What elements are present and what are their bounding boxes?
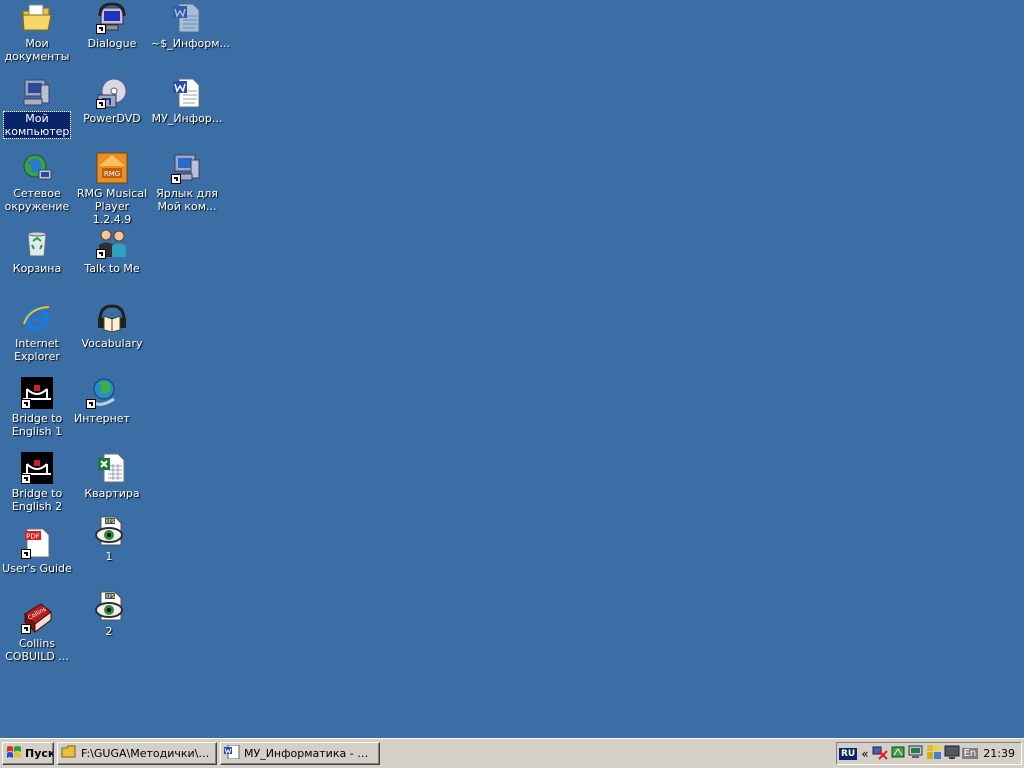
computer-icon — [171, 152, 203, 184]
icon-label: 1 — [105, 550, 113, 563]
clock[interactable]: 21:39 — [983, 747, 1015, 760]
pdf-document-icon: PDF — [21, 527, 53, 559]
icon-label: Vocabulary — [81, 337, 143, 350]
desktop-icon-my-computer-shortcut[interactable]: Ярлык для Мой ком... — [150, 152, 224, 213]
taskbar-button-word[interactable]: МУ_Информатика - Micr... — [220, 742, 380, 765]
word-document-icon — [224, 744, 240, 762]
icon-label: Мои документы — [4, 37, 70, 63]
start-button[interactable]: Пуск — [2, 742, 54, 765]
network-disconnected-icon[interactable] — [872, 744, 888, 763]
svg-text:PDF: PDF — [26, 533, 40, 541]
xps-viewer-icon: XPS — [93, 590, 125, 622]
icon-label: Talk to Me — [84, 262, 140, 275]
headset-monitor-icon — [96, 2, 128, 34]
desktop-icon-collins-cobuild[interactable]: Collins Collins COBUILD ... — [0, 602, 74, 663]
word-document-icon — [171, 77, 203, 109]
desktop[interactable]: Мои документы Мой компьютер Сетевое окру… — [0, 0, 1024, 738]
desktop-icon-rmg-musical-player[interactable]: RMG RMG Musical Player 1.2.4.9 — [75, 152, 149, 226]
globe-connection-icon — [86, 377, 118, 409]
icon-label: PowerDVD — [83, 112, 141, 125]
desktop-icon-info-temp-doc[interactable]: ~$_Информ... — [150, 2, 231, 50]
rmg-player-icon: RMG — [96, 152, 128, 184]
shortcut-arrow-icon — [96, 24, 106, 34]
icon-label: Bridge to English 1 — [11, 412, 63, 438]
taskbar-button-label: МУ_Информатика - Micr... — [244, 747, 376, 760]
icon-label: Ярлык для Мой ком... — [156, 187, 218, 213]
taskbar: Пуск F:\GUGA\Методички\Ин... МУ_Информат… — [0, 738, 1024, 768]
windows-logo-icon — [6, 745, 22, 762]
folder-icon — [61, 745, 77, 762]
icon-label: Collins COBUILD ... — [5, 637, 69, 663]
icon-label: 2 — [105, 625, 113, 638]
icon-label: МУ_Инфор... — [151, 112, 223, 125]
icon-label: User's Guide — [2, 562, 72, 575]
desktop-icon-kvartira[interactable]: Квартира — [75, 452, 149, 500]
icon-label: Internet Explorer — [14, 337, 60, 363]
taskbar-button-label: F:\GUGA\Методички\Ин... — [81, 747, 213, 760]
show-hidden-icons-button[interactable]: « — [861, 747, 868, 761]
shortcut-arrow-icon — [171, 174, 181, 184]
tray-monitor-icon[interactable] — [908, 744, 924, 763]
shortcut-arrow-icon — [96, 99, 106, 109]
svg-text:XPS: XPS — [105, 594, 115, 600]
shortcut-arrow-icon — [86, 399, 96, 409]
icon-label: Корзина — [12, 262, 62, 275]
icon-label: Сетевое окружение — [4, 187, 70, 213]
icon-label: Мой компьютер — [2, 111, 72, 139]
desktop-icon-bridge-to-english-2[interactable]: Bridge to English 2 — [0, 452, 74, 513]
start-label: Пуск — [25, 747, 54, 760]
internet-explorer-icon — [21, 302, 53, 334]
desktop-icon-my-documents[interactable]: Мои документы — [0, 2, 74, 63]
shortcut-arrow-icon — [21, 624, 31, 634]
tray-display-icon[interactable] — [944, 744, 960, 763]
desktop-icon-xps-1[interactable]: XPS 1 — [72, 515, 146, 563]
desktop-icon-internet-explorer[interactable]: Internet Explorer — [0, 302, 74, 363]
bridge-icon — [21, 377, 53, 409]
shortcut-arrow-icon — [21, 549, 31, 559]
desktop-icon-powerdvd[interactable]: PowerDVD — [75, 77, 149, 125]
dvd-disc-icon — [96, 77, 128, 109]
icon-label: Интернет — [74, 412, 130, 425]
svg-text:XPS: XPS — [105, 519, 115, 525]
desktop-icon-talk-to-me[interactable]: Talk to Me — [75, 227, 149, 275]
icon-label: ~$_Информ... — [151, 37, 231, 50]
system-tray: RU « En 21:39 — [836, 742, 1022, 765]
desktop-icon-recycle-bin[interactable]: Корзина — [0, 227, 74, 275]
excel-document-icon — [96, 452, 128, 484]
shortcut-arrow-icon — [21, 474, 31, 484]
desktop-icon-network[interactable]: Сетевое окружение — [0, 152, 74, 213]
tray-windows-icon[interactable] — [926, 744, 942, 763]
tray-app-icon[interactable] — [890, 744, 906, 763]
shortcut-arrow-icon — [21, 399, 31, 409]
desktop-icon-dialogue[interactable]: Dialogue — [75, 2, 149, 50]
headphones-book-icon — [96, 302, 128, 334]
recycle-bin-icon — [21, 227, 53, 259]
svg-text:RMG: RMG — [104, 170, 120, 178]
desktop-icon-vocabulary[interactable]: Vocabulary — [75, 302, 149, 350]
xps-viewer-icon: XPS — [93, 515, 125, 547]
bridge-icon — [21, 452, 53, 484]
desktop-icon-my-computer[interactable]: Мой компьютер — [0, 77, 74, 139]
icon-label: Квартира — [84, 487, 140, 500]
language-indicator[interactable]: RU — [839, 747, 858, 760]
desktop-icon-users-guide[interactable]: PDF User's Guide — [0, 527, 74, 575]
desktop-icon-mu-informatika-doc[interactable]: МУ_Инфор... — [150, 77, 224, 125]
icon-label: RMG Musical Player 1.2.4.9 — [76, 187, 148, 226]
shortcut-arrow-icon — [96, 249, 106, 259]
desktop-icon-xps-2[interactable]: XPS 2 — [72, 590, 146, 638]
dictionary-book-icon: Collins — [21, 602, 53, 634]
desktop-icon-bridge-to-english-1[interactable]: Bridge to English 1 — [0, 377, 74, 438]
icon-label: Bridge to English 2 — [11, 487, 63, 513]
keyboard-layout-indicator[interactable]: En — [961, 748, 979, 759]
icon-label: Dialogue — [87, 37, 137, 50]
taskbar-button-explorer[interactable]: F:\GUGA\Методички\Ин... — [57, 742, 217, 765]
folder-documents-icon — [21, 2, 53, 34]
network-globe-icon — [21, 152, 53, 184]
people-talking-icon — [96, 227, 128, 259]
computer-icon — [21, 77, 53, 109]
word-document-icon — [171, 2, 203, 34]
desktop-icon-internet[interactable]: Интернет — [65, 377, 139, 425]
